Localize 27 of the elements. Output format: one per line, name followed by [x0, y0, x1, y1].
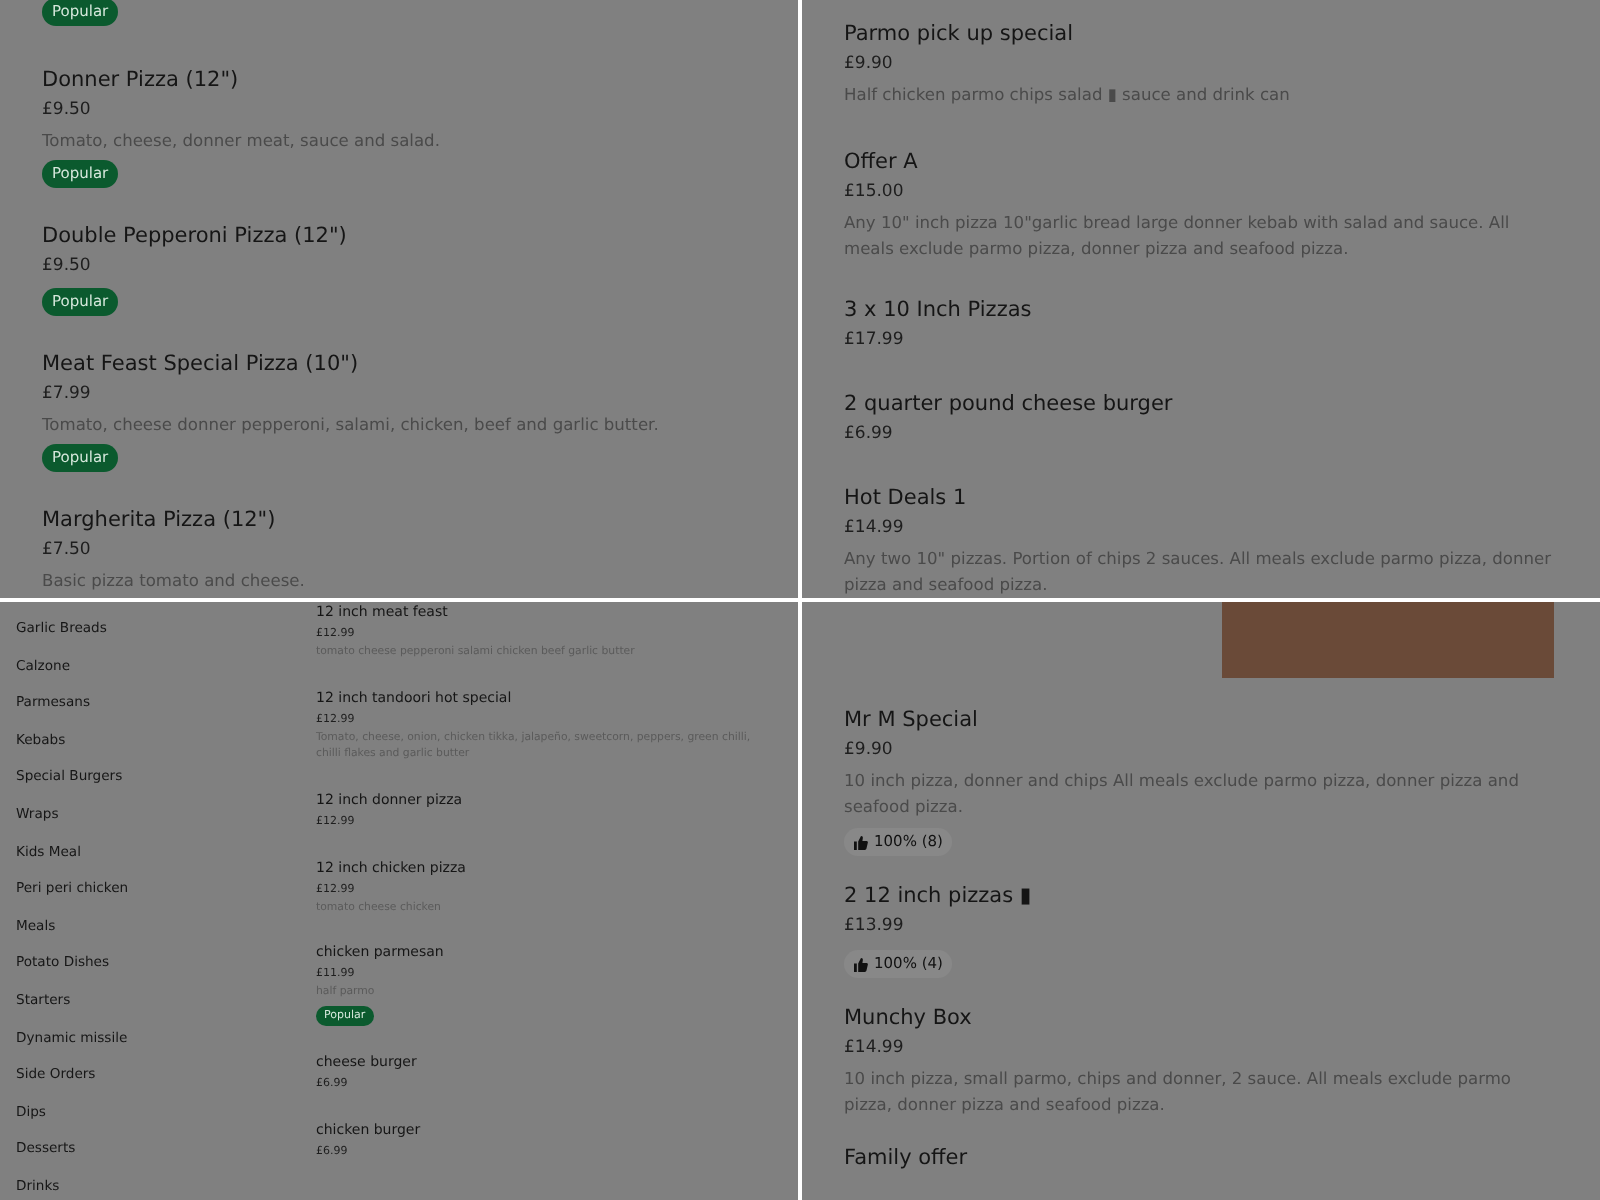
- item-name: Meat Feast Special Pizza (10"): [42, 350, 359, 378]
- item-price: £17.99: [844, 328, 904, 354]
- item-price: £7.50: [42, 538, 91, 564]
- item-name: Margherita Pizza (12"): [42, 506, 276, 534]
- item-price: £9.90: [844, 738, 893, 764]
- item-name: Hot Deals 1: [844, 484, 967, 512]
- item-price: £9.50: [42, 254, 91, 280]
- item-name: Mr M Special: [844, 706, 978, 734]
- item-price: £15.00: [844, 180, 904, 206]
- item-price: £14.99: [844, 1036, 904, 1062]
- item-name: Double Pepperoni Pizza (12"): [42, 222, 347, 250]
- item-price: £9.50: [42, 98, 91, 124]
- item-name: Donner Pizza (12"): [42, 66, 239, 94]
- item-name: Munchy Box: [844, 1004, 972, 1032]
- item-name: 2 12 inch pizzas ▮: [844, 882, 1032, 910]
- item-name: Offer A: [844, 148, 918, 176]
- item-name: 3 x 10 Inch Pizzas: [844, 296, 1032, 324]
- thumbs-up-icon: [854, 957, 868, 971]
- item-price: £13.99: [844, 914, 904, 940]
- item-price: £14.99: [844, 516, 904, 542]
- item-name: Parmo pick up special: [844, 20, 1073, 48]
- item-price: £6.99: [844, 422, 893, 448]
- item-price: £9.90: [844, 52, 893, 78]
- item-name: 2 quarter pound cheese burger: [844, 390, 1173, 418]
- item-name: Family offer: [844, 1144, 968, 1172]
- thumbs-up-icon: [854, 835, 868, 849]
- item-price: £7.99: [42, 382, 91, 408]
